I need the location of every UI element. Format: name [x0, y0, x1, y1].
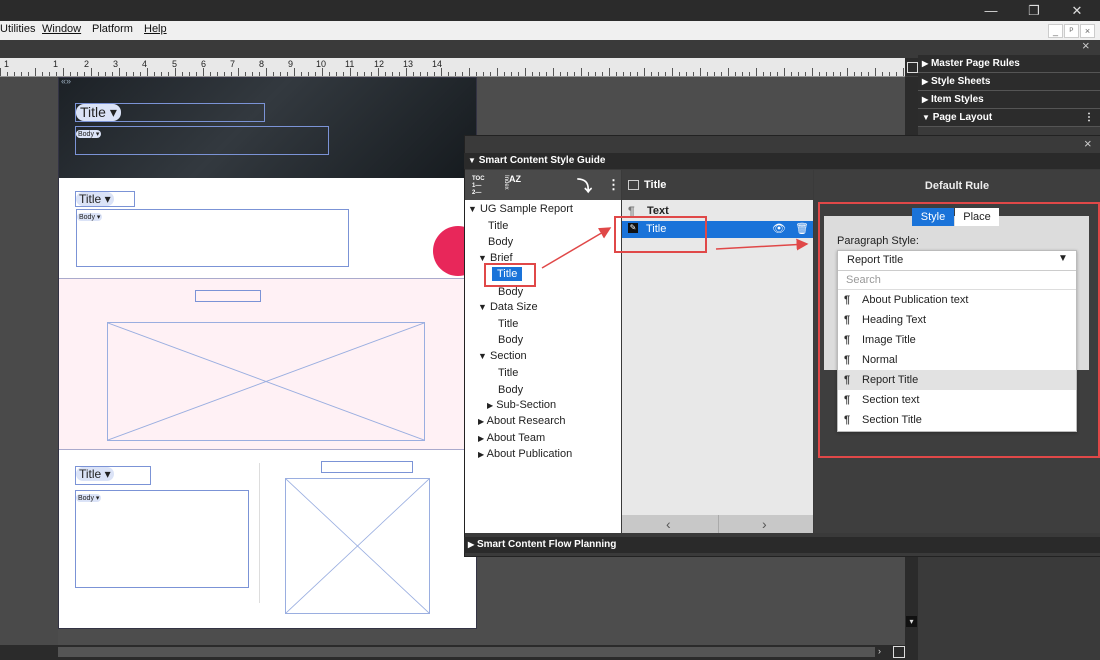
expand-arrow-icon: ▶	[468, 540, 475, 549]
flow-planning-title: Smart Content Flow Planning	[476, 539, 617, 550]
flow-planning-header[interactable]: ▶ Smart Content Flow Planning	[464, 537, 1100, 553]
annotation-arrows	[541, 227, 809, 269]
